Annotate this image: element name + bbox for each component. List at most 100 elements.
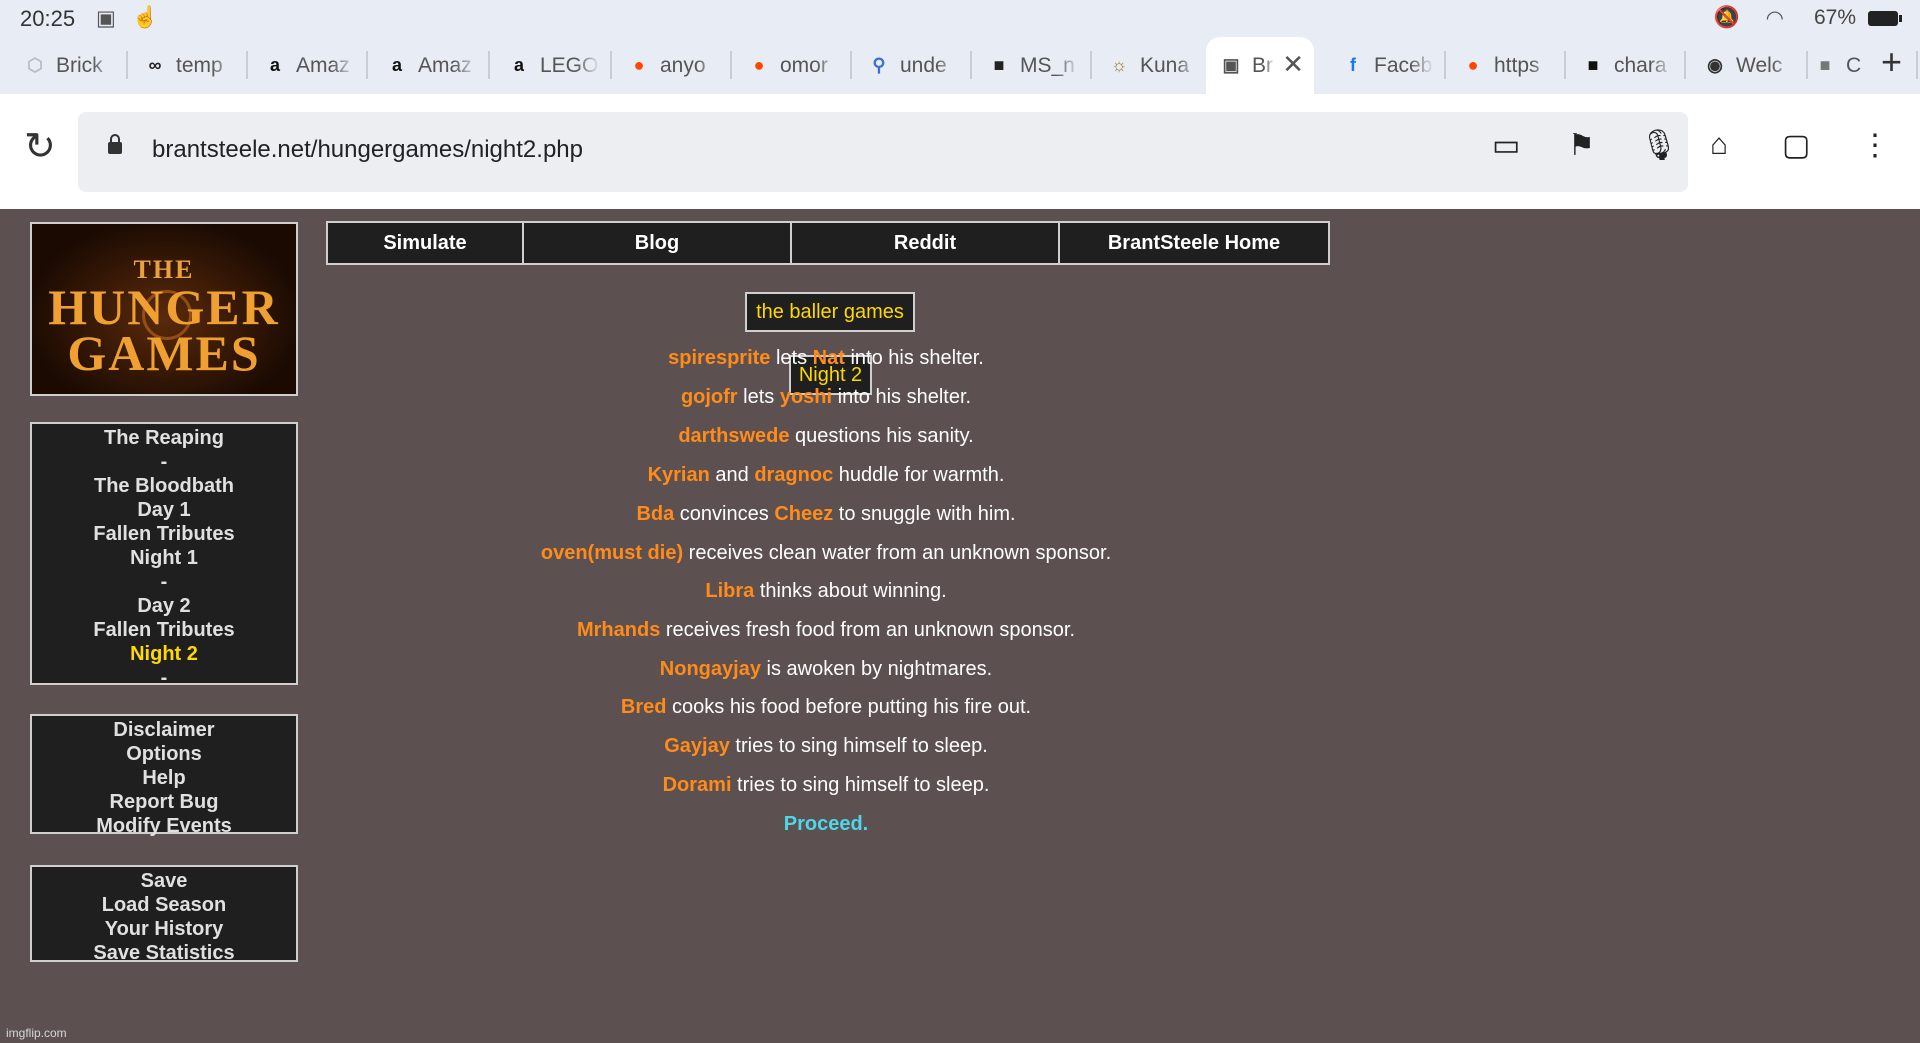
nav-simulate[interactable]: Simulate — [328, 223, 524, 263]
bookmark-icon[interactable]: ⚑ — [1568, 128, 1595, 163]
browser-tab[interactable]: ∞ temp — [130, 37, 248, 94]
tribute-name: Kyrian — [647, 464, 710, 486]
browser-tab[interactable]: ⬡ Brick — [10, 37, 128, 94]
menu-item[interactable]: Options — [32, 742, 296, 766]
nav-brantsteele-home[interactable]: BrantSteele Home — [1060, 223, 1328, 263]
proceed-link[interactable]: Proceed. — [326, 813, 1326, 836]
tab-title: Welc — [1736, 53, 1783, 77]
reddit-favicon-icon: ● — [1467, 55, 1479, 75]
reddit-favicon-icon: ● — [633, 55, 645, 75]
menu-item[interactable]: The Bloodbath — [32, 474, 296, 498]
tab-title: omor — [780, 53, 828, 77]
browser-tab[interactable]: ● omor — [734, 37, 852, 94]
event-text: to snuggle with him. — [833, 503, 1016, 525]
info-menu: Disclaimer Options Help Report Bug Modify Ev… — [30, 714, 298, 837]
browser-tab[interactable]: a Amaz — [372, 37, 490, 94]
tab-separator — [1916, 51, 1918, 79]
browser-tab[interactable]: ☼ Kuna — [1094, 37, 1212, 94]
nav-blog[interactable]: Blog — [524, 223, 792, 263]
event-line: Bda convinces Cheez to snuggle with him. — [326, 503, 1326, 526]
tribute-name: Mrhands — [576, 619, 661, 641]
image-icon: ▣ — [96, 7, 116, 30]
nav-reddit[interactable]: Reddit — [792, 223, 1060, 263]
kuna-favicon-icon: ☼ — [1110, 55, 1128, 75]
browser-tab[interactable]: a LEGO — [494, 37, 612, 94]
tribute-name: Nongayjay — [659, 658, 761, 680]
tab-separator — [1444, 51, 1446, 79]
menu-item[interactable]: Disclaimer — [32, 718, 296, 742]
menu-item[interactable]: Fallen Tributes — [32, 522, 296, 546]
menu-item[interactable]: The Reaping — [32, 426, 296, 450]
cast-icon[interactable]: ▭ — [1492, 128, 1520, 163]
tab-title: Amaz — [296, 53, 350, 77]
touch-icon: ☝ — [132, 6, 159, 29]
tribute-name: Libra — [705, 580, 755, 602]
menu-divider: - — [160, 667, 168, 689]
browser-tab[interactable]: ⚲ unde — [854, 37, 972, 94]
browser-tab[interactable]: ● https — [1448, 37, 1566, 94]
menu-item[interactable]: Save — [32, 869, 296, 893]
tab-title: Kuna — [1140, 53, 1190, 77]
menu-item[interactable]: Your History — [32, 917, 296, 941]
tab-title: Faceb — [1374, 53, 1433, 77]
tab-separator — [1684, 51, 1686, 79]
brick-favicon-icon: ⬡ — [27, 55, 43, 75]
browser-tab[interactable]: ■ MS_n — [974, 37, 1092, 94]
more-menu-icon[interactable]: ⋮ — [1860, 128, 1890, 163]
reload-icon[interactable]: ↻ — [24, 124, 56, 169]
menu-divider: - — [160, 571, 168, 593]
event-line: Libra thinks about winning. — [326, 580, 1326, 603]
logo-line-3: GAMES — [67, 325, 261, 381]
event-line: spiresprite lets Nat into his shelter. — [326, 347, 1326, 370]
event-line: Kyrian and dragnoc huddle for warmth. — [326, 464, 1326, 487]
menu-item[interactable]: Load Season — [32, 893, 296, 917]
menu-item[interactable]: Day 2 — [32, 594, 296, 618]
address-bar[interactable]: brantsteele.net/hungergames/night2.php — [78, 112, 1688, 192]
tab-separator — [126, 51, 128, 79]
hunger-games-logo[interactable]: THE HUNGER GAMES — [30, 222, 298, 396]
browser-tab[interactable]: f Faceb — [1328, 37, 1446, 94]
tab-switcher-icon[interactable]: ▢ — [1782, 128, 1810, 163]
menu-item[interactable]: Report Bug — [32, 790, 296, 814]
new-tab-button[interactable]: + — [1881, 44, 1902, 80]
close-tab-icon[interactable]: ✕ — [1282, 49, 1304, 80]
microphone-icon[interactable]: 🎙 — [1640, 128, 1678, 163]
status-bar: 20:25 ▣ ☝ 🔕 ◠ 67% — [0, 0, 1920, 37]
menu-item[interactable]: Fallen Tributes — [32, 618, 296, 642]
event-line: Nongayjay is awoken by nightmares. — [326, 658, 1326, 681]
browser-tab[interactable]: a Amaz — [250, 37, 368, 94]
browser-tab[interactable]: ■ chara — [1568, 37, 1686, 94]
browser-tab[interactable]: ● anyo — [614, 37, 732, 94]
event-text: into his shelter. — [844, 347, 984, 369]
menu-item[interactable]: Night 2 — [32, 642, 296, 666]
tab-title: Bra — [1252, 53, 1274, 77]
tribute-name: Nat — [812, 347, 845, 369]
event-text: into his shelter. — [832, 386, 972, 408]
menu-item[interactable]: Help — [32, 766, 296, 790]
tab-separator — [246, 51, 248, 79]
menu-item[interactable]: Night 1 — [32, 546, 296, 570]
browser-tab[interactable]: ▣ Bra ✕ — [1206, 37, 1314, 94]
ms-favicon-icon: ■ — [993, 55, 1005, 75]
infinity-favicon-icon: ∞ — [148, 55, 162, 75]
menu-item[interactable]: Modify Events — [32, 814, 296, 838]
url-text[interactable]: brantsteele.net/hungergames/night2.php — [152, 136, 583, 164]
tab-title: anyo — [660, 53, 706, 77]
tribute-name: oven(must die) — [540, 542, 684, 564]
menu-item[interactable]: Day 1 — [32, 498, 296, 522]
event-text: cooks his food before putting his fire o… — [666, 696, 1032, 718]
browser-tab[interactable]: ◉ Welc — [1690, 37, 1808, 94]
menu-item[interactable]: Save Statistics — [32, 941, 296, 965]
tab-separator — [850, 51, 852, 79]
wifi-icon: ◠ — [1765, 7, 1784, 30]
event-text: is awoken by nightmares. — [760, 658, 993, 680]
event-text: thinks about winning. — [754, 580, 947, 602]
event-text: tries to sing himself to sleep. — [729, 735, 988, 757]
home-icon[interactable]: ⌂ — [1710, 128, 1728, 162]
event-line: Dorami tries to sing himself to sleep. — [326, 774, 1326, 797]
tribute-name: Gayjay — [664, 735, 730, 757]
event-text: huddle for warmth. — [833, 464, 1005, 486]
tab-separator — [970, 51, 972, 79]
page-content: THE HUNGER GAMES The Reaping - The Bloodba… — [0, 209, 1920, 1043]
browser-toolbar: ↻ brantsteele.net/hungergames/night2.php… — [0, 94, 1920, 209]
